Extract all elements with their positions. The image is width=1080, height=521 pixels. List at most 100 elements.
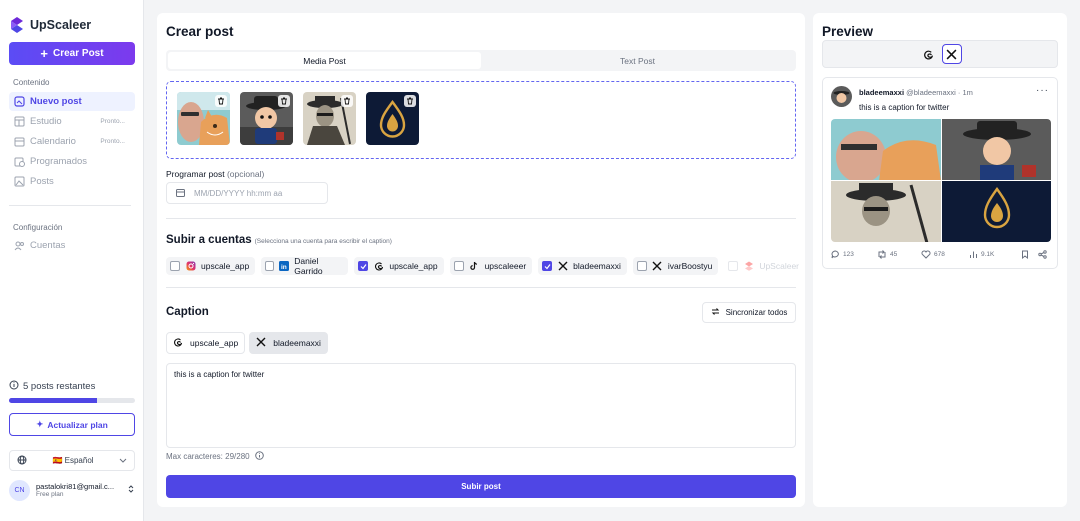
threads-icon — [373, 261, 384, 272]
info-icon[interactable] — [254, 451, 264, 462]
account-chip-threads[interactable]: upscale_app — [354, 257, 444, 275]
section-label-content: Contenido — [13, 78, 50, 87]
soon-badge: Pronto... — [100, 138, 125, 145]
threads-icon — [924, 50, 933, 59]
x-icon — [557, 261, 568, 272]
more-options-icon[interactable]: ··· — [1036, 85, 1049, 96]
reply-action[interactable]: 123 — [831, 250, 877, 259]
like-action[interactable]: 678 — [921, 250, 969, 259]
tweet-preview-card: bladeemaxxi @bladeemaxxi · 1m ··· this i… — [822, 77, 1058, 269]
delete-media-button[interactable] — [341, 95, 353, 107]
media-dropzone[interactable] — [166, 81, 796, 159]
account-checkbox[interactable] — [265, 261, 275, 271]
section-divider — [166, 287, 796, 288]
tab-text-post[interactable]: Text Post — [481, 52, 794, 69]
sidebar-item-calendar[interactable]: Calendario Pronto... — [9, 132, 135, 151]
views-icon — [970, 251, 977, 258]
caption-tab-threads[interactable]: upscale_app — [166, 332, 246, 354]
account-name: ivarBoostyu — [667, 261, 713, 271]
account-name: upscale_app — [201, 261, 250, 271]
calendar-icon — [176, 188, 185, 199]
x-icon — [946, 49, 957, 59]
max-characters-label: Max caracteres: 29/280 — [166, 452, 250, 461]
account-checkbox-checked[interactable] — [358, 261, 369, 271]
account-chip-linkedin[interactable]: in Daniel Garrido — [261, 256, 349, 276]
delete-media-button[interactable] — [404, 95, 416, 107]
tweet-actions: 123 45 678 9.1K — [831, 250, 1051, 259]
account-chip-x-bladeemaxxi[interactable]: bladeemaxxi — [538, 257, 627, 275]
create-post-button[interactable]: + Crear Post — [9, 42, 135, 65]
preview-tab-x[interactable] — [941, 44, 962, 64]
schedule-label-text: Programar post — [166, 169, 225, 179]
user-menu[interactable]: CN pastalokri81@gmail.c... Free plan — [9, 479, 135, 501]
retweet-action[interactable]: 45 — [877, 250, 921, 259]
caption-tab-x[interactable]: bladeemaxxi — [249, 332, 328, 354]
tab-media-post[interactable]: Media Post — [168, 52, 481, 69]
info-icon — [9, 380, 19, 393]
tweet-author-name: bladeemaxxi — [859, 88, 905, 97]
account-checkbox[interactable] — [636, 261, 647, 271]
delete-media-button[interactable] — [215, 95, 227, 107]
user-plan: Free plan — [36, 490, 64, 498]
posts-remaining: 5 posts restantes — [9, 380, 95, 393]
check-icon — [360, 263, 367, 269]
submit-post-button[interactable]: Subir post — [166, 475, 796, 498]
caption-textarea[interactable]: this is a caption for twitter — [166, 363, 796, 448]
sidebar-item-scheduled[interactable]: Programados — [9, 152, 135, 171]
tweet-avatar — [831, 86, 852, 107]
x-icon — [256, 337, 266, 349]
media-thumbnail[interactable] — [240, 92, 293, 145]
image-icon — [14, 176, 25, 187]
globe-icon — [17, 455, 27, 467]
tweet-media-2 — [941, 119, 1051, 180]
sidebar-item-label: Calendario — [30, 136, 76, 147]
preview-platform-selector — [822, 40, 1058, 68]
account-chip-instagram[interactable]: upscale_app — [166, 257, 256, 275]
media-thumbnail[interactable] — [177, 92, 230, 145]
tweet-media-4 — [941, 181, 1051, 242]
account-name: Daniel Garrido — [294, 256, 323, 276]
tiktok-icon — [469, 261, 480, 272]
create-post-panel: Crear post Media Post Text Post Programa… — [157, 13, 805, 507]
sidebar-item-label: Nuevo post — [30, 96, 82, 107]
views-action[interactable]: 9.1K — [969, 250, 1021, 259]
account-checkbox[interactable] — [170, 261, 180, 271]
sync-all-button[interactable]: Sincronizar todos — [702, 302, 796, 323]
posts-remaining-label: 5 posts restantes — [23, 381, 96, 392]
tweet-media-3 — [831, 181, 941, 242]
heart-icon — [921, 250, 931, 259]
media-thumbnail[interactable] — [366, 92, 419, 145]
caption-tab-label: upscale_app — [190, 338, 239, 348]
upgrade-plan-button[interactable]: ✦ Actualizar plan — [9, 413, 135, 436]
sidebar-item-posts[interactable]: Posts — [9, 172, 135, 191]
schedule-optional-text: (opcional) — [226, 169, 265, 179]
preview-tab-threads[interactable] — [919, 44, 939, 64]
schedule-date-input[interactable]: MM/DD/YYYY hh:mm aa — [166, 182, 328, 204]
sidebar-item-new-post[interactable]: Nuevo post — [9, 92, 135, 111]
account-name: bladeemaxxi — [573, 261, 621, 271]
media-thumbnail[interactable] — [303, 92, 356, 145]
bookmark-action[interactable] — [1021, 250, 1038, 259]
delete-media-button[interactable] — [278, 95, 290, 107]
brand[interactable]: UpScaleer — [10, 16, 91, 34]
sidebar-item-studio[interactable]: Estudio Pronto... — [9, 112, 135, 131]
posts-progress-bar — [9, 398, 135, 403]
sidebar-item-accounts[interactable]: Cuentas — [9, 236, 135, 255]
avatar: CN — [9, 479, 30, 501]
account-chip-tiktok[interactable]: upscaleeer — [449, 257, 533, 275]
posts-progress-fill — [9, 398, 98, 403]
language-select[interactable]: 🇪🇸 Español — [9, 450, 135, 471]
caption-account-tabs: upscale_app bladeemaxxi — [166, 332, 328, 354]
share-action[interactable] — [1038, 250, 1047, 259]
account-checkbox-checked[interactable] — [542, 261, 553, 271]
account-checkbox[interactable] — [453, 261, 464, 271]
account-name: UpScaleer — [759, 261, 799, 271]
new-post-icon — [14, 96, 25, 107]
account-name: upscaleeer — [484, 261, 527, 271]
threads-icon — [173, 337, 183, 349]
instagram-icon — [185, 261, 196, 272]
sidebar-item-label: Programados — [30, 156, 88, 167]
account-chip-x-ivarboostyu[interactable]: ivarBoostyu — [632, 257, 719, 275]
brand-name: UpScaleer — [30, 18, 92, 32]
tweet-text: this is a caption for twitter — [859, 103, 950, 112]
